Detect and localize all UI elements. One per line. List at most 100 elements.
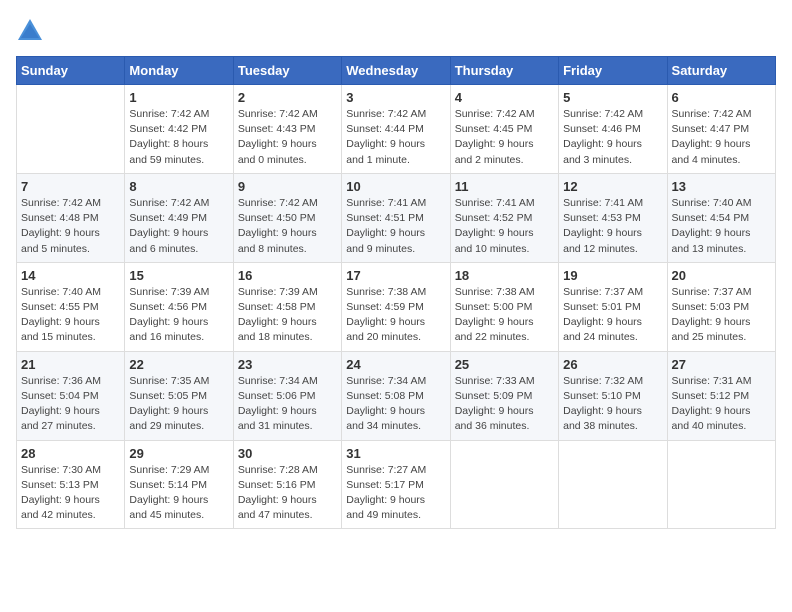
day-number: 29: [129, 446, 228, 461]
day-info: Sunrise: 7:28 AM Sunset: 5:16 PM Dayligh…: [238, 463, 337, 524]
logo-icon: [16, 16, 44, 44]
day-info: Sunrise: 7:42 AM Sunset: 4:48 PM Dayligh…: [21, 196, 120, 257]
day-info: Sunrise: 7:42 AM Sunset: 4:49 PM Dayligh…: [129, 196, 228, 257]
day-info: Sunrise: 7:41 AM Sunset: 4:53 PM Dayligh…: [563, 196, 662, 257]
weekday-header: Saturday: [667, 57, 775, 85]
day-info: Sunrise: 7:34 AM Sunset: 5:06 PM Dayligh…: [238, 374, 337, 435]
calendar-cell: 20 Sunrise: 7:37 AM Sunset: 5:03 PM Dayli…: [667, 262, 775, 351]
day-number: 27: [672, 357, 771, 372]
day-info: Sunrise: 7:41 AM Sunset: 4:52 PM Dayligh…: [455, 196, 554, 257]
day-number: 31: [346, 446, 445, 461]
day-number: 16: [238, 268, 337, 283]
day-info: Sunrise: 7:32 AM Sunset: 5:10 PM Dayligh…: [563, 374, 662, 435]
day-info: Sunrise: 7:39 AM Sunset: 4:56 PM Dayligh…: [129, 285, 228, 346]
calendar-cell: 3 Sunrise: 7:42 AM Sunset: 4:44 PM Daylig…: [342, 85, 450, 174]
calendar-cell: 22 Sunrise: 7:35 AM Sunset: 5:05 PM Dayli…: [125, 351, 233, 440]
day-info: Sunrise: 7:42 AM Sunset: 4:46 PM Dayligh…: [563, 107, 662, 168]
day-number: 23: [238, 357, 337, 372]
day-number: 12: [563, 179, 662, 194]
calendar-cell: 18 Sunrise: 7:38 AM Sunset: 5:00 PM Dayli…: [450, 262, 558, 351]
calendar-cell: 21 Sunrise: 7:36 AM Sunset: 5:04 PM Dayli…: [17, 351, 125, 440]
calendar-cell: 11 Sunrise: 7:41 AM Sunset: 4:52 PM Dayli…: [450, 173, 558, 262]
day-number: 17: [346, 268, 445, 283]
calendar-cell: 4 Sunrise: 7:42 AM Sunset: 4:45 PM Daylig…: [450, 85, 558, 174]
day-number: 2: [238, 90, 337, 105]
day-info: Sunrise: 7:35 AM Sunset: 5:05 PM Dayligh…: [129, 374, 228, 435]
calendar-cell: 15 Sunrise: 7:39 AM Sunset: 4:56 PM Dayli…: [125, 262, 233, 351]
day-info: Sunrise: 7:42 AM Sunset: 4:43 PM Dayligh…: [238, 107, 337, 168]
day-number: 7: [21, 179, 120, 194]
day-number: 1: [129, 90, 228, 105]
day-info: Sunrise: 7:31 AM Sunset: 5:12 PM Dayligh…: [672, 374, 771, 435]
day-number: 14: [21, 268, 120, 283]
day-number: 8: [129, 179, 228, 194]
day-info: Sunrise: 7:39 AM Sunset: 4:58 PM Dayligh…: [238, 285, 337, 346]
calendar-cell: 9Sunrise: 7:42 AM Sunset: 4:50 PM Daylig…: [233, 173, 341, 262]
day-number: 15: [129, 268, 228, 283]
calendar-cell: 6 Sunrise: 7:42 AM Sunset: 4:47 PM Daylig…: [667, 85, 775, 174]
logo: [16, 16, 48, 44]
page-header: [16, 16, 776, 44]
weekday-header: Wednesday: [342, 57, 450, 85]
day-info: Sunrise: 7:38 AM Sunset: 4:59 PM Dayligh…: [346, 285, 445, 346]
calendar-cell: 5 Sunrise: 7:42 AM Sunset: 4:46 PM Daylig…: [559, 85, 667, 174]
day-info: Sunrise: 7:34 AM Sunset: 5:08 PM Dayligh…: [346, 374, 445, 435]
day-info: Sunrise: 7:27 AM Sunset: 5:17 PM Dayligh…: [346, 463, 445, 524]
calendar-cell: 24 Sunrise: 7:34 AM Sunset: 5:08 PM Dayli…: [342, 351, 450, 440]
calendar-cell: 29 Sunrise: 7:29 AM Sunset: 5:14 PM Dayli…: [125, 440, 233, 529]
calendar-cell: 26 Sunrise: 7:32 AM Sunset: 5:10 PM Dayli…: [559, 351, 667, 440]
calendar-cell: 17 Sunrise: 7:38 AM Sunset: 4:59 PM Dayli…: [342, 262, 450, 351]
weekday-header: Monday: [125, 57, 233, 85]
weekday-header: Sunday: [17, 57, 125, 85]
calendar-cell: [450, 440, 558, 529]
day-info: Sunrise: 7:42 AM Sunset: 4:47 PM Dayligh…: [672, 107, 771, 168]
calendar-cell: 23 Sunrise: 7:34 AM Sunset: 5:06 PM Dayli…: [233, 351, 341, 440]
weekday-header: Thursday: [450, 57, 558, 85]
day-info: Sunrise: 7:42 AM Sunset: 4:44 PM Dayligh…: [346, 107, 445, 168]
calendar-cell: 27 Sunrise: 7:31 AM Sunset: 5:12 PM Dayli…: [667, 351, 775, 440]
calendar-cell: 19 Sunrise: 7:37 AM Sunset: 5:01 PM Dayli…: [559, 262, 667, 351]
day-number: 22: [129, 357, 228, 372]
day-info: Sunrise: 7:37 AM Sunset: 5:01 PM Dayligh…: [563, 285, 662, 346]
calendar-cell: 25Sunrise: 7:33 AM Sunset: 5:09 PM Dayli…: [450, 351, 558, 440]
day-info: Sunrise: 7:30 AM Sunset: 5:13 PM Dayligh…: [21, 463, 120, 524]
day-number: 21: [21, 357, 120, 372]
day-info: Sunrise: 7:36 AM Sunset: 5:04 PM Dayligh…: [21, 374, 120, 435]
day-info: Sunrise: 7:29 AM Sunset: 5:14 PM Dayligh…: [129, 463, 228, 524]
day-number: 28: [21, 446, 120, 461]
weekday-header: Friday: [559, 57, 667, 85]
day-info: Sunrise: 7:37 AM Sunset: 5:03 PM Dayligh…: [672, 285, 771, 346]
day-number: 3: [346, 90, 445, 105]
day-number: 6: [672, 90, 771, 105]
calendar-cell: 12 Sunrise: 7:41 AM Sunset: 4:53 PM Dayli…: [559, 173, 667, 262]
calendar-cell: 14 Sunrise: 7:40 AM Sunset: 4:55 PM Dayli…: [17, 262, 125, 351]
day-info: Sunrise: 7:42 AM Sunset: 4:42 PM Dayligh…: [129, 107, 228, 168]
day-info: Sunrise: 7:42 AM Sunset: 4:45 PM Dayligh…: [455, 107, 554, 168]
day-number: 18: [455, 268, 554, 283]
day-info: Sunrise: 7:33 AM Sunset: 5:09 PM Dayligh…: [455, 374, 554, 435]
calendar-cell: [667, 440, 775, 529]
calendar-cell: [17, 85, 125, 174]
calendar-cell: 31 Sunrise: 7:27 AM Sunset: 5:17 PM Dayli…: [342, 440, 450, 529]
day-number: 5: [563, 90, 662, 105]
calendar-cell: 7 Sunrise: 7:42 AM Sunset: 4:48 PM Daylig…: [17, 173, 125, 262]
day-info: Sunrise: 7:38 AM Sunset: 5:00 PM Dayligh…: [455, 285, 554, 346]
day-number: 11: [455, 179, 554, 194]
day-number: 30: [238, 446, 337, 461]
calendar-cell: 28 Sunrise: 7:30 AM Sunset: 5:13 PM Dayli…: [17, 440, 125, 529]
day-info: Sunrise: 7:40 AM Sunset: 4:54 PM Dayligh…: [672, 196, 771, 257]
day-info: Sunrise: 7:41 AM Sunset: 4:51 PM Dayligh…: [346, 196, 445, 257]
day-info: Sunrise: 7:40 AM Sunset: 4:55 PM Dayligh…: [21, 285, 120, 346]
calendar-cell: 13Sunrise: 7:40 AM Sunset: 4:54 PM Dayli…: [667, 173, 775, 262]
day-number: 26: [563, 357, 662, 372]
day-number: 20: [672, 268, 771, 283]
calendar-cell: 1 Sunrise: 7:42 AM Sunset: 4:42 PM Daylig…: [125, 85, 233, 174]
day-number: 19: [563, 268, 662, 283]
day-number: 24: [346, 357, 445, 372]
calendar-table: SundayMondayTuesdayWednesdayThursdayFrid…: [16, 56, 776, 529]
weekday-header: Tuesday: [233, 57, 341, 85]
day-number: 10: [346, 179, 445, 194]
day-info: Sunrise: 7:42 AM Sunset: 4:50 PM Dayligh…: [238, 196, 337, 257]
day-number: 4: [455, 90, 554, 105]
calendar-cell: 2 Sunrise: 7:42 AM Sunset: 4:43 PM Daylig…: [233, 85, 341, 174]
